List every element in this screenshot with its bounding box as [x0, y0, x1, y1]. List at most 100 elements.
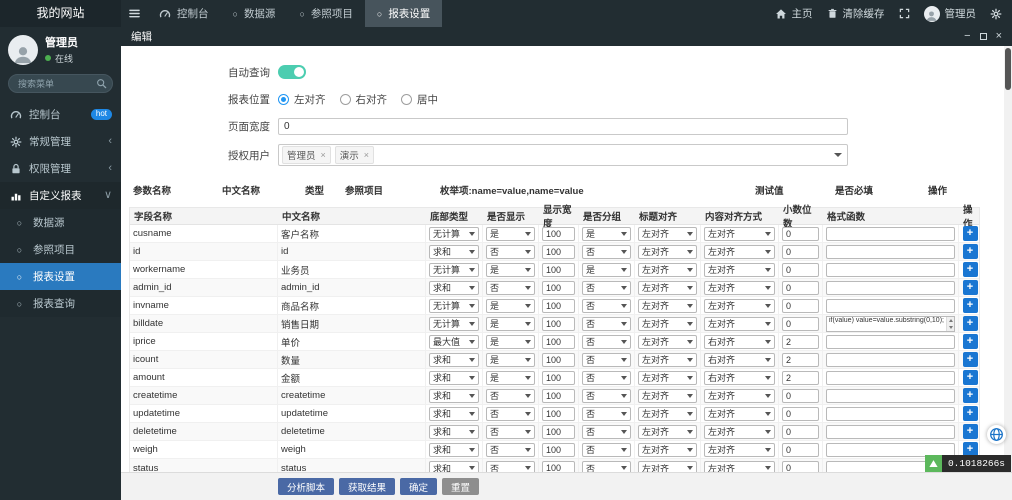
- add-button[interactable]: +: [962, 388, 978, 403]
- title-align-select[interactable]: 左对齐: [638, 316, 697, 331]
- title-align-select[interactable]: 左对齐: [638, 262, 697, 277]
- add-button[interactable]: +: [962, 226, 978, 241]
- decimals-input[interactable]: [782, 244, 819, 259]
- maximize-button[interactable]: [979, 33, 987, 40]
- display-width-input[interactable]: [542, 334, 575, 349]
- visible-select[interactable]: 否: [486, 244, 535, 259]
- title-align-select[interactable]: 左对齐: [638, 298, 697, 313]
- formatter-input[interactable]: [826, 262, 955, 277]
- formatter-input[interactable]: [826, 334, 955, 349]
- tab-reference[interactable]: ○ 参照项目: [287, 0, 364, 27]
- grouped-select[interactable]: 否: [582, 424, 631, 439]
- sidebar-item-auth[interactable]: 权限管理 ‹: [0, 155, 121, 182]
- visible-select[interactable]: 否: [486, 442, 535, 457]
- decimals-input[interactable]: [782, 226, 819, 241]
- grouped-select[interactable]: 否: [582, 352, 631, 367]
- calc-type-select[interactable]: 无计算: [429, 226, 479, 241]
- calc-type-select[interactable]: 求和: [429, 280, 479, 295]
- content-align-select[interactable]: 右对齐: [704, 352, 775, 367]
- calc-type-select[interactable]: 求和: [429, 244, 479, 259]
- formatter-input[interactable]: [826, 352, 955, 367]
- title-align-select[interactable]: 左对齐: [638, 226, 697, 241]
- display-width-input[interactable]: [542, 388, 575, 403]
- hamburger-icon[interactable]: [121, 0, 147, 27]
- content-align-select[interactable]: 左对齐: [704, 226, 775, 241]
- reset-button[interactable]: 重置: [442, 478, 480, 495]
- content-align-select[interactable]: 左对齐: [704, 298, 775, 313]
- content-align-select[interactable]: 左对齐: [704, 316, 775, 331]
- title-align-select[interactable]: 左对齐: [638, 424, 697, 439]
- title-align-select[interactable]: 左对齐: [638, 388, 697, 403]
- formatter-input[interactable]: [826, 280, 955, 295]
- title-align-select[interactable]: 左对齐: [638, 280, 697, 295]
- decimals-input[interactable]: [782, 406, 819, 421]
- auth-users-select[interactable]: 管理员 × 演示 ×: [278, 144, 848, 166]
- visible-select[interactable]: 否: [486, 406, 535, 421]
- visible-select[interactable]: 否: [486, 388, 535, 403]
- calc-type-select[interactable]: 无计算: [429, 262, 479, 277]
- title-align-select[interactable]: 左对齐: [638, 442, 697, 457]
- visible-select[interactable]: 是: [486, 352, 535, 367]
- trace-badge[interactable]: 0.1018266s: [924, 455, 1011, 472]
- calc-type-select[interactable]: 求和: [429, 442, 479, 457]
- tab-datasource[interactable]: ○ 数据源: [221, 0, 288, 27]
- content-align-select[interactable]: 左对齐: [704, 388, 775, 403]
- close-button[interactable]: ×: [996, 31, 1002, 42]
- formatter-input[interactable]: [826, 370, 955, 385]
- dialog-titlebar[interactable]: 编辑 − ×: [121, 27, 1012, 46]
- sidebar-item-console[interactable]: 控制台 hot: [0, 101, 121, 128]
- content-align-select[interactable]: 左对齐: [704, 442, 775, 457]
- scrollbar-thumb[interactable]: [1005, 48, 1011, 90]
- add-button[interactable]: +: [962, 334, 978, 349]
- grouped-select[interactable]: 否: [582, 370, 631, 385]
- scrollbar-track[interactable]: [1004, 46, 1012, 472]
- title-align-select[interactable]: 左对齐: [638, 334, 697, 349]
- decimals-input[interactable]: [782, 461, 819, 472]
- grouped-select[interactable]: 否: [582, 461, 631, 472]
- sidebar-item-general[interactable]: 常规管理 ‹: [0, 128, 121, 155]
- decimals-input[interactable]: [782, 298, 819, 313]
- visible-select[interactable]: 是: [486, 298, 535, 313]
- sidebar-item-custom-report[interactable]: 自定义报表 ∨: [0, 182, 121, 209]
- formatter-input[interactable]: [826, 298, 955, 313]
- display-width-input[interactable]: [542, 442, 575, 457]
- analyze-script-button[interactable]: 分析脚本: [278, 478, 335, 495]
- formatter-textarea[interactable]: if(value) value=value.substring(0,10);: [826, 315, 955, 332]
- display-width-input[interactable]: [542, 370, 575, 385]
- visible-select[interactable]: 否: [486, 280, 535, 295]
- add-button[interactable]: +: [962, 406, 978, 421]
- formatter-input[interactable]: [826, 226, 955, 241]
- formatter-input[interactable]: [826, 406, 955, 421]
- sidebar-item-report-setting[interactable]: ○ 报表设置: [0, 263, 121, 290]
- clear-cache-button[interactable]: 清除缓存: [827, 6, 885, 21]
- calc-type-select[interactable]: 求和: [429, 461, 479, 472]
- decimals-input[interactable]: [782, 424, 819, 439]
- display-width-input[interactable]: [542, 316, 575, 331]
- content-align-select[interactable]: 左对齐: [704, 262, 775, 277]
- settings-button[interactable]: [990, 8, 1002, 20]
- add-button[interactable]: +: [962, 244, 978, 259]
- add-button[interactable]: +: [962, 370, 978, 385]
- grouped-select[interactable]: 否: [582, 298, 631, 313]
- content-align-select[interactable]: 右对齐: [704, 370, 775, 385]
- spinner-scrollbar[interactable]: [946, 316, 954, 331]
- decimals-input[interactable]: [782, 334, 819, 349]
- display-width-input[interactable]: [542, 244, 575, 259]
- visible-select[interactable]: 是: [486, 262, 535, 277]
- title-align-select[interactable]: 左对齐: [638, 244, 697, 259]
- display-width-input[interactable]: [542, 298, 575, 313]
- decimals-input[interactable]: [782, 262, 819, 277]
- grouped-select[interactable]: 否: [582, 334, 631, 349]
- sidebar-item-report-query[interactable]: ○ 报表查询: [0, 290, 121, 317]
- grouped-select[interactable]: 是: [582, 226, 631, 241]
- sidebar-item-reference[interactable]: ○ 参照项目: [0, 236, 121, 263]
- visible-select[interactable]: 是: [486, 226, 535, 241]
- grouped-select[interactable]: 否: [582, 316, 631, 331]
- tab-console[interactable]: 控制台: [147, 0, 221, 27]
- formatter-input[interactable]: [826, 244, 955, 259]
- position-radio-2[interactable]: 居中: [401, 92, 438, 107]
- grouped-select[interactable]: 是: [582, 262, 631, 277]
- add-button[interactable]: +: [962, 352, 978, 367]
- page-width-input[interactable]: [278, 117, 848, 135]
- grouped-select[interactable]: 否: [582, 244, 631, 259]
